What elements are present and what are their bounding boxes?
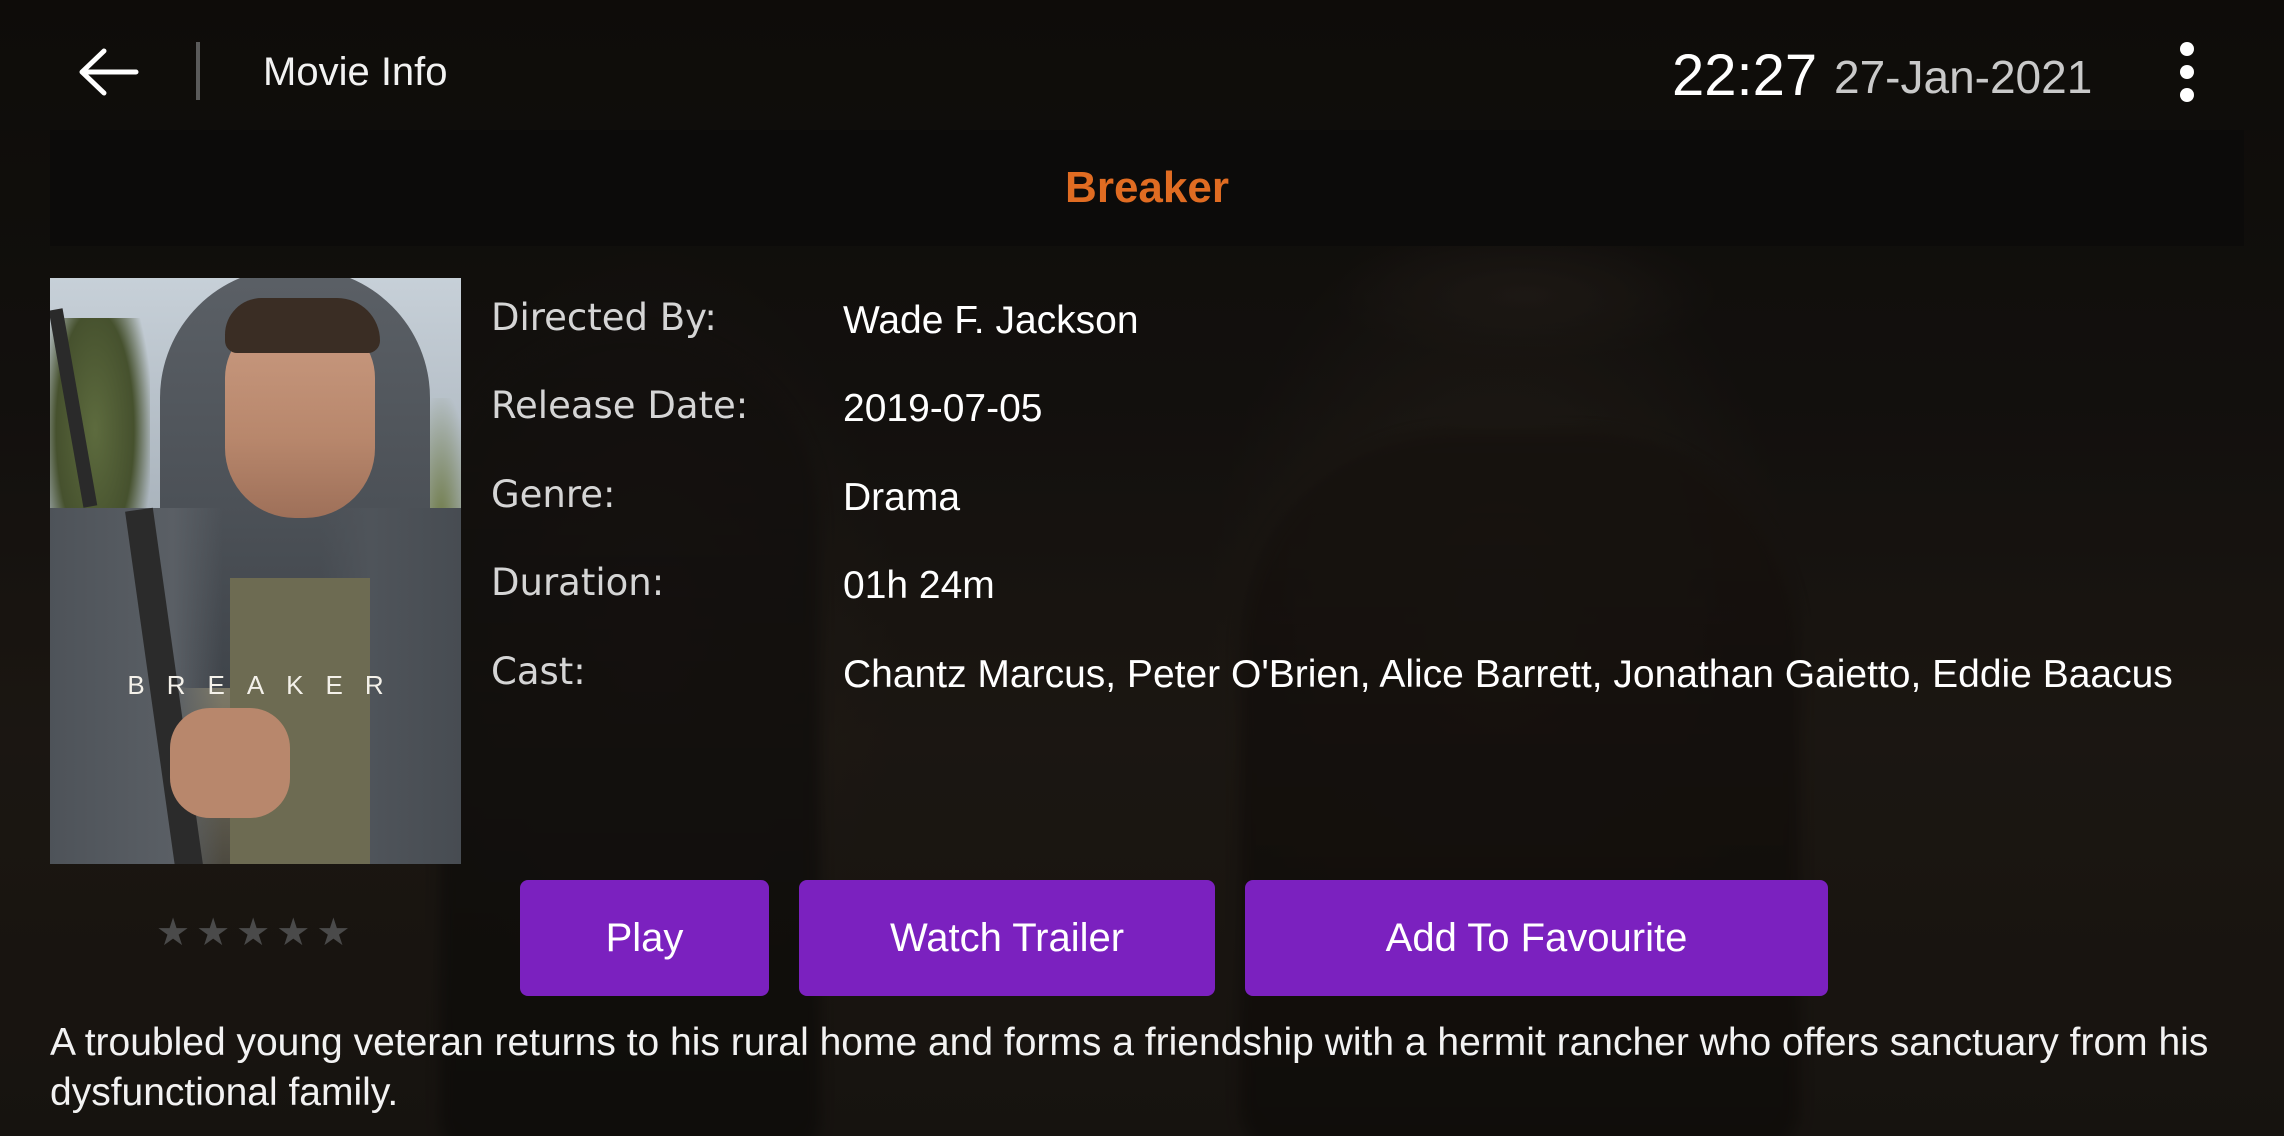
more-vert-icon xyxy=(2180,42,2194,56)
rating-stars[interactable]: ★ ★ ★ ★ ★ xyxy=(156,914,350,952)
header-divider xyxy=(196,42,200,100)
genre-value: Drama xyxy=(843,476,961,519)
director-label: Directed By: xyxy=(491,296,717,339)
release-date-value: 2019-07-05 xyxy=(843,387,1043,430)
star-icon: ★ xyxy=(196,912,231,954)
clock-time: 22:27 xyxy=(1672,43,1818,108)
more-vert-icon-dot xyxy=(2180,88,2194,102)
movie-poster: BREAKER xyxy=(50,278,461,864)
genre-label: Genre: xyxy=(491,473,616,516)
arrow-left-icon xyxy=(79,48,139,96)
overflow-menu-button[interactable] xyxy=(2165,36,2209,108)
cast-value: Chantz Marcus, Peter O'Brien, Alice Barr… xyxy=(843,653,2173,696)
watch-trailer-button[interactable]: Watch Trailer xyxy=(799,880,1215,996)
more-vert-icon-dot xyxy=(2180,65,2194,79)
poster-hand xyxy=(170,708,290,818)
poster-hair xyxy=(225,298,380,353)
star-icon: ★ xyxy=(276,912,311,954)
poster-title-text: BREAKER xyxy=(127,670,406,700)
play-button[interactable]: Play xyxy=(520,880,769,996)
clock-date: 27-Jan-2021 xyxy=(1834,51,2093,103)
top-bar: Movie Info 22:27 27-Jan-2021 xyxy=(0,0,2284,140)
cast-label: Cast: xyxy=(491,650,586,693)
movie-title: Breaker xyxy=(1065,163,1229,212)
release-date-label: Release Date: xyxy=(491,384,749,427)
back-button[interactable] xyxy=(70,36,146,108)
movie-title-bar: Breaker xyxy=(50,130,2244,246)
duration-label: Duration: xyxy=(491,561,665,604)
add-to-favourite-button[interactable]: Add To Favourite xyxy=(1245,880,1828,996)
director-value: Wade F. Jackson xyxy=(843,299,1139,342)
star-icon: ★ xyxy=(236,912,271,954)
star-icon: ★ xyxy=(156,912,191,954)
duration-value: 01h 24m xyxy=(843,564,995,607)
movie-description: A troubled young veteran returns to his … xyxy=(50,1021,2209,1114)
page-title: Movie Info xyxy=(263,50,448,94)
movie-info-screen: Movie Info 22:27 27-Jan-2021 Breaker BRE… xyxy=(0,0,2284,1136)
star-icon: ★ xyxy=(316,912,351,954)
